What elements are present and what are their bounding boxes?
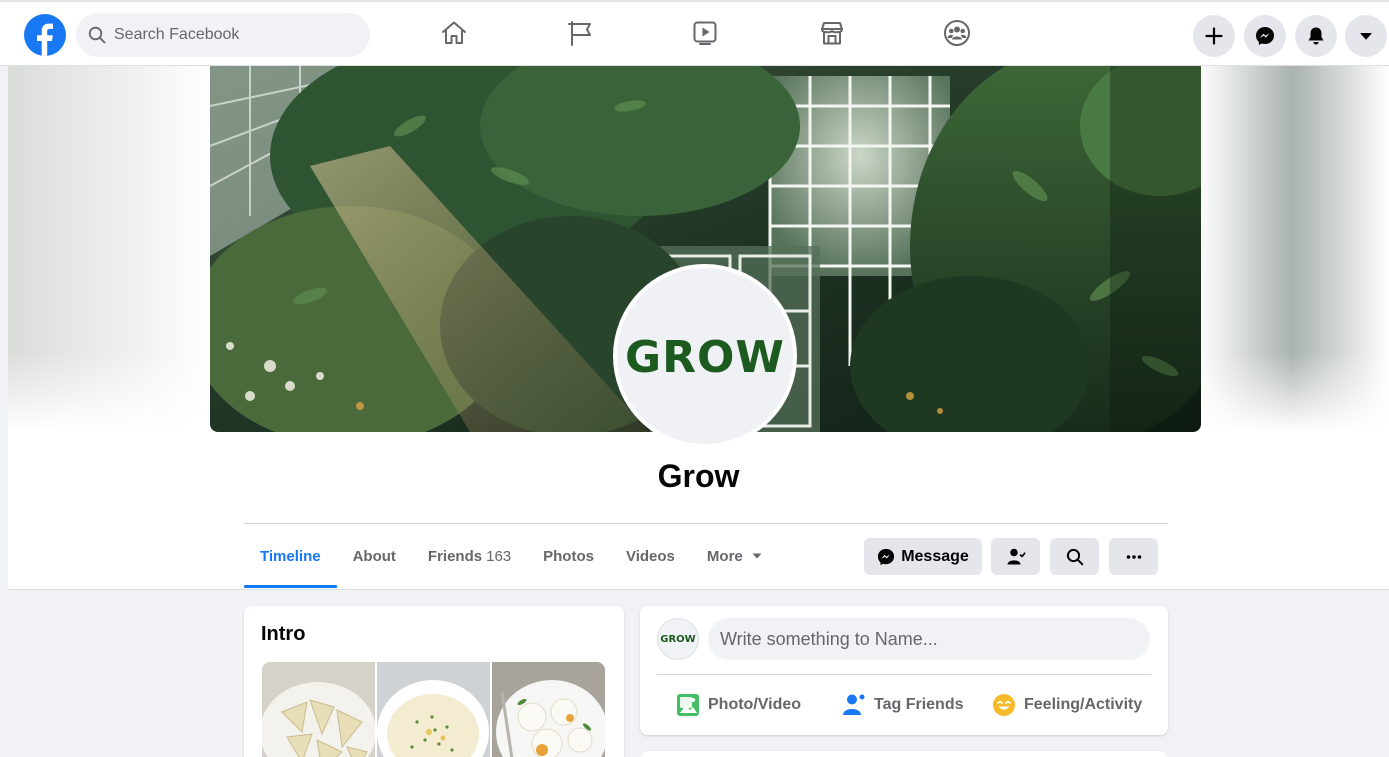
intro-card: Intro <box>244 606 624 757</box>
photo-video-button[interactable]: Photo/Video <box>676 688 801 722</box>
search-page-button[interactable] <box>1050 538 1099 575</box>
tab-label: Friends <box>427 547 483 565</box>
friends-count: 163 <box>486 547 512 565</box>
plus-icon <box>1205 27 1223 45</box>
composer-input[interactable]: Write something to Name... <box>708 618 1150 660</box>
next-card <box>640 751 1168 757</box>
feeling-activity-label: Feeling/Activity <box>1024 696 1143 713</box>
tab-about[interactable]: About <box>337 524 412 588</box>
photo-video-icon <box>677 694 699 716</box>
store-icon <box>821 22 843 45</box>
nav-pages[interactable] <box>563 16 597 50</box>
search-icon <box>1066 548 1083 565</box>
profile-tabs: Timeline About Friends 163 Photos Videos… <box>244 524 779 589</box>
friend-status-button[interactable] <box>991 538 1040 575</box>
caret-down-icon <box>1360 33 1372 40</box>
top-navigation-bar <box>0 0 1389 66</box>
nav-home[interactable] <box>437 16 471 50</box>
page-profile-picture[interactable]: GROW <box>613 264 797 448</box>
message-button[interactable]: Message <box>864 538 982 575</box>
search-bar[interactable] <box>76 13 370 57</box>
message-button-label: Message <box>901 547 969 565</box>
post-composer: GROW Write something to Name... Photo/Vi… <box>640 606 1168 735</box>
composer-avatar[interactable]: GROW <box>657 618 699 660</box>
composer-divider <box>657 674 1151 675</box>
intro-photo-2[interactable] <box>377 662 490 757</box>
photo-video-label: Photo/Video <box>708 696 802 713</box>
tab-photos[interactable]: Photos <box>527 524 610 588</box>
messenger-icon <box>878 548 895 565</box>
feeling-activity-button[interactable]: Feeling/Activity <box>992 688 1142 722</box>
friend-status-icon <box>1007 548 1026 564</box>
page-title: Grow <box>657 458 740 494</box>
more-icon <box>1126 554 1141 559</box>
tag-friends-button[interactable]: Tag Friends <box>842 688 964 722</box>
groups-icon <box>944 20 970 46</box>
flag-icon <box>568 21 591 46</box>
nav-watch[interactable] <box>688 16 722 50</box>
tab-timeline[interactable]: Timeline <box>244 524 337 588</box>
feeling-icon <box>993 694 1015 716</box>
tab-label: Videos <box>625 547 675 565</box>
nav-groups[interactable] <box>940 16 974 50</box>
tab-friends[interactable]: Friends 163 <box>412 524 527 588</box>
search-input[interactable] <box>114 26 354 44</box>
tab-label: About <box>352 547 396 565</box>
nav-marketplace[interactable] <box>815 16 849 50</box>
create-button[interactable] <box>1193 15 1235 57</box>
more-options-button[interactable] <box>1109 538 1158 575</box>
bell-icon <box>1308 27 1324 45</box>
tab-label: More <box>706 547 743 565</box>
video-play-icon <box>693 21 717 45</box>
caret-down-icon <box>752 553 762 559</box>
tab-videos[interactable]: Videos <box>610 524 691 588</box>
tab-label: Timeline <box>260 547 321 565</box>
home-icon <box>442 21 466 44</box>
notifications-button[interactable] <box>1295 15 1337 57</box>
grow-logo-text: GROW <box>660 633 696 645</box>
account-menu-button[interactable] <box>1345 15 1387 57</box>
messenger-button[interactable] <box>1244 15 1286 57</box>
messenger-icon <box>1256 27 1274 45</box>
profile-header: GROW Grow Timeline About Friends 163 Pho… <box>8 66 1389 590</box>
grow-logo-text: GROW <box>625 331 785 383</box>
intro-title: Intro <box>261 623 306 645</box>
intro-photo-3[interactable] <box>492 662 605 757</box>
intro-photo-1[interactable] <box>262 662 375 757</box>
tag-friends-label: Tag Friends <box>874 696 964 713</box>
composer-placeholder: Write something to Name... <box>720 628 938 649</box>
facebook-logo-icon[interactable] <box>24 14 66 56</box>
tag-friends-icon <box>843 694 865 715</box>
tab-label: Photos <box>543 547 594 565</box>
tab-more[interactable]: More <box>691 524 779 588</box>
search-icon <box>88 26 106 44</box>
